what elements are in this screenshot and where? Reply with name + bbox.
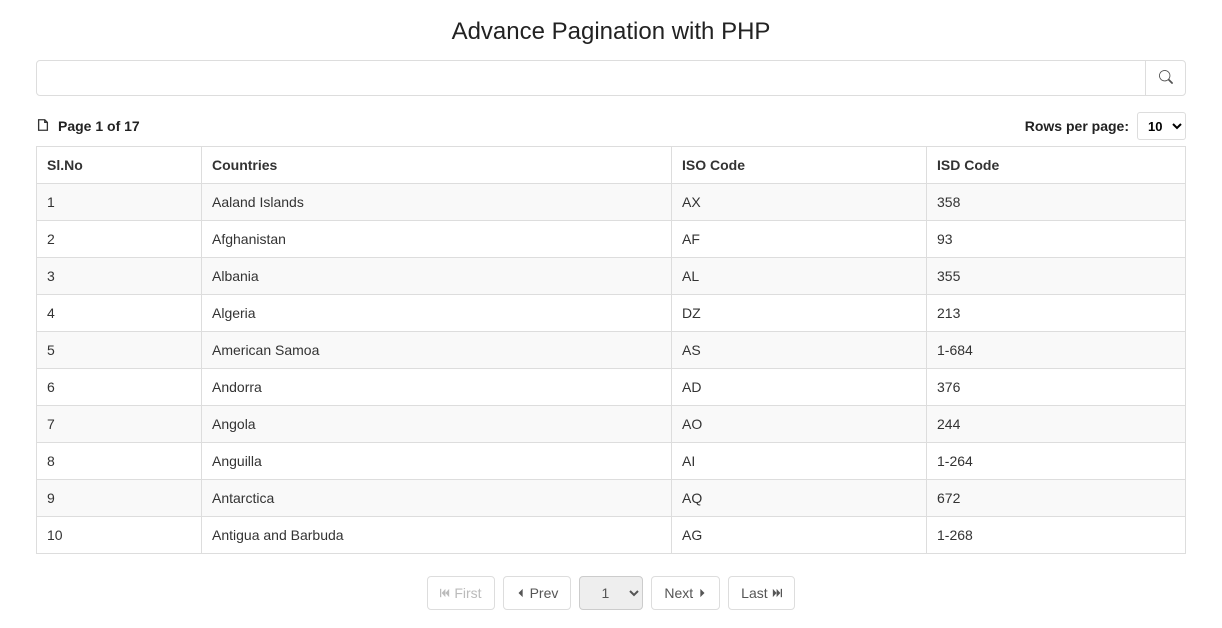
- cell-iso: AS: [672, 332, 927, 369]
- cell-country: American Samoa: [202, 332, 672, 369]
- table-row: 9AntarcticaAQ672: [37, 480, 1186, 517]
- table-row: 5American SamoaAS1-684: [37, 332, 1186, 369]
- cell-slno: 5: [37, 332, 202, 369]
- header-countries: Countries: [202, 147, 672, 184]
- next-icon: [697, 585, 707, 601]
- rows-label: Rows per page:: [1025, 118, 1129, 134]
- table-row: 2AfghanistanAF93: [37, 221, 1186, 258]
- first-button[interactable]: First: [427, 576, 494, 610]
- info-row: Page 1 of 17 Rows per page: 10: [36, 112, 1186, 140]
- page-title: Advance Pagination with PHP: [36, 18, 1186, 46]
- cell-slno: 4: [37, 295, 202, 332]
- data-table: Sl.No Countries ISO Code ISD Code 1Aalan…: [36, 146, 1186, 554]
- header-slno: Sl.No: [37, 147, 202, 184]
- cell-iso: AF: [672, 221, 927, 258]
- rows-per-page: Rows per page: 10: [1025, 112, 1186, 140]
- last-icon: [772, 585, 782, 601]
- table-row: 8AnguillaAI1-264: [37, 443, 1186, 480]
- cell-slno: 6: [37, 369, 202, 406]
- cell-isd: 376: [927, 369, 1186, 406]
- page-select[interactable]: 1: [579, 576, 643, 610]
- cell-isd: 93: [927, 221, 1186, 258]
- cell-slno: 3: [37, 258, 202, 295]
- search-input[interactable]: [37, 61, 1145, 95]
- prev-label: Prev: [530, 585, 559, 601]
- cell-iso: AL: [672, 258, 927, 295]
- first-label: First: [454, 585, 481, 601]
- cell-iso: AG: [672, 517, 927, 554]
- cell-iso: AX: [672, 184, 927, 221]
- cell-country: Angola: [202, 406, 672, 443]
- search-button[interactable]: [1145, 61, 1185, 95]
- table-header-row: Sl.No Countries ISO Code ISD Code: [37, 147, 1186, 184]
- header-isd: ISD Code: [927, 147, 1186, 184]
- cell-country: Aaland Islands: [202, 184, 672, 221]
- first-icon: [440, 585, 450, 601]
- table-row: 10Antigua and BarbudaAG1-268: [37, 517, 1186, 554]
- cell-iso: DZ: [672, 295, 927, 332]
- cell-iso: AQ: [672, 480, 927, 517]
- table-row: 4AlgeriaDZ213: [37, 295, 1186, 332]
- cell-country: Algeria: [202, 295, 672, 332]
- cell-slno: 9: [37, 480, 202, 517]
- cell-slno: 8: [37, 443, 202, 480]
- prev-button[interactable]: Prev: [503, 576, 572, 610]
- cell-isd: 1-268: [927, 517, 1186, 554]
- page-icon: [36, 118, 58, 135]
- last-button[interactable]: Last: [728, 576, 794, 610]
- cell-iso: AO: [672, 406, 927, 443]
- rows-per-page-select[interactable]: 10: [1137, 112, 1186, 140]
- table-row: 7AngolaAO244: [37, 406, 1186, 443]
- cell-isd: 1-264: [927, 443, 1186, 480]
- cell-slno: 2: [37, 221, 202, 258]
- cell-country: Andorra: [202, 369, 672, 406]
- table-row: 6AndorraAD376: [37, 369, 1186, 406]
- cell-isd: 1-684: [927, 332, 1186, 369]
- cell-country: Albania: [202, 258, 672, 295]
- cell-isd: 213: [927, 295, 1186, 332]
- prev-icon: [516, 585, 526, 601]
- cell-slno: 1: [37, 184, 202, 221]
- cell-slno: 10: [37, 517, 202, 554]
- pagination: First Prev 1 Next Last: [36, 576, 1186, 610]
- cell-country: Antigua and Barbuda: [202, 517, 672, 554]
- last-label: Last: [741, 585, 767, 601]
- cell-iso: AI: [672, 443, 927, 480]
- table-row: 1Aaland IslandsAX358: [37, 184, 1186, 221]
- next-button[interactable]: Next: [651, 576, 720, 610]
- cell-country: Antarctica: [202, 480, 672, 517]
- search-bar: [36, 60, 1186, 96]
- header-iso: ISO Code: [672, 147, 927, 184]
- cell-isd: 358: [927, 184, 1186, 221]
- cell-iso: AD: [672, 369, 927, 406]
- cell-slno: 7: [37, 406, 202, 443]
- search-icon: [1159, 70, 1173, 87]
- page-info: Page 1 of 17: [36, 118, 140, 135]
- cell-isd: 244: [927, 406, 1186, 443]
- cell-country: Anguilla: [202, 443, 672, 480]
- cell-isd: 355: [927, 258, 1186, 295]
- next-label: Next: [664, 585, 693, 601]
- page-label: Page 1 of 17: [58, 118, 140, 134]
- cell-country: Afghanistan: [202, 221, 672, 258]
- cell-isd: 672: [927, 480, 1186, 517]
- table-row: 3AlbaniaAL355: [37, 258, 1186, 295]
